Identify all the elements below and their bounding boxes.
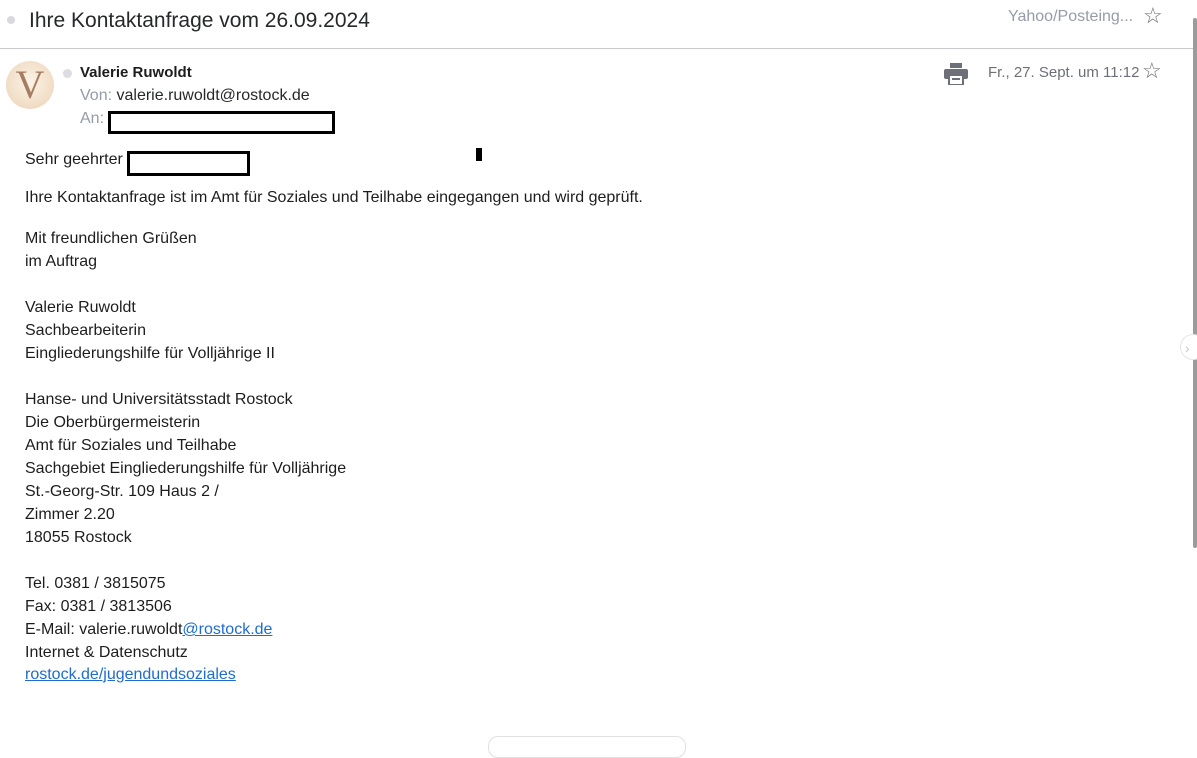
redacted-name [127,151,250,176]
bottom-action-pill[interactable] [488,736,686,758]
fax: Fax: 0381 / 3813506 [25,598,172,615]
to-row: An: [80,110,104,128]
message-star-icon[interactable]: ☆ [1142,60,1162,82]
sender-avatar[interactable]: V [6,61,54,109]
website-link[interactable]: rostock.de/jugendundsoziales [25,666,236,684]
printer-icon[interactable] [944,63,968,85]
internet-label: Internet & Datenschutz [25,644,188,661]
redaction-mark [476,148,482,161]
org-line-4: Sachgebiet Eingliederungshilfe für Vollj… [25,460,347,477]
signature-department: Eingliederungshilfe für Volljährige II [25,345,275,362]
email-date: Fr., 27. Sept. um 11:12 [988,64,1140,81]
folder-label[interactable]: Yahoo/Posteing... [1008,8,1133,26]
read-status-dot [7,16,15,24]
from-email[interactable]: valerie.ruwoldt@rostock.de [116,87,309,104]
scrollbar-thumb[interactable] [1193,18,1197,548]
email-subject: Ihre Kontaktanfrage vom 26.09.2024 [29,9,370,32]
closing-line-1: Mit freundlichen Grüßen [25,230,197,247]
org-line-2: Die Oberbürgermeisterin [25,414,201,431]
subject-bar: Ihre Kontaktanfrage vom 26.09.2024 Yahoo… [0,0,1197,49]
sender-name[interactable]: Valerie Ruwoldt [80,64,192,81]
address-line-1: St.-Georg-Str. 109 Haus 2 / [25,483,219,500]
avatar-letter: V [15,62,45,107]
telephone: Tel. 0381 / 3815075 [25,575,166,592]
org-line-1: Hanse- und Universitätsstadt Rostock [25,391,293,408]
address-line-2: Zimmer 2.20 [25,506,115,523]
greeting: Sehr geehrter [25,151,123,168]
to-label: An: [80,110,105,127]
from-label: Von: [80,87,113,104]
address-line-3: 18055 Rostock [25,529,132,546]
email-prefix: E-Mail: valerie.ruwoldt [25,621,183,638]
closing-line-2: im Auftrag [25,253,98,270]
email-link[interactable]: @rostock.de [182,621,272,638]
redacted-recipient [108,111,335,134]
chevron-right-icon[interactable]: › [1180,334,1197,360]
signature-role: Sachbearbeiterin [25,322,146,339]
signature-name: Valerie Ruwoldt [25,299,136,316]
star-icon[interactable]: ☆ [1143,5,1163,27]
org-line-3: Amt für Soziales und Teilhabe [25,437,237,454]
unread-dot [63,69,72,78]
intro-text: Ihre Kontaktanfrage ist im Amt für Sozia… [25,189,643,206]
email-line: E-Mail: valerie.ruwoldt@rostock.de [25,621,272,639]
from-row: Von: valerie.ruwoldt@rostock.de [80,87,310,105]
scrollbar[interactable] [1191,0,1197,742]
